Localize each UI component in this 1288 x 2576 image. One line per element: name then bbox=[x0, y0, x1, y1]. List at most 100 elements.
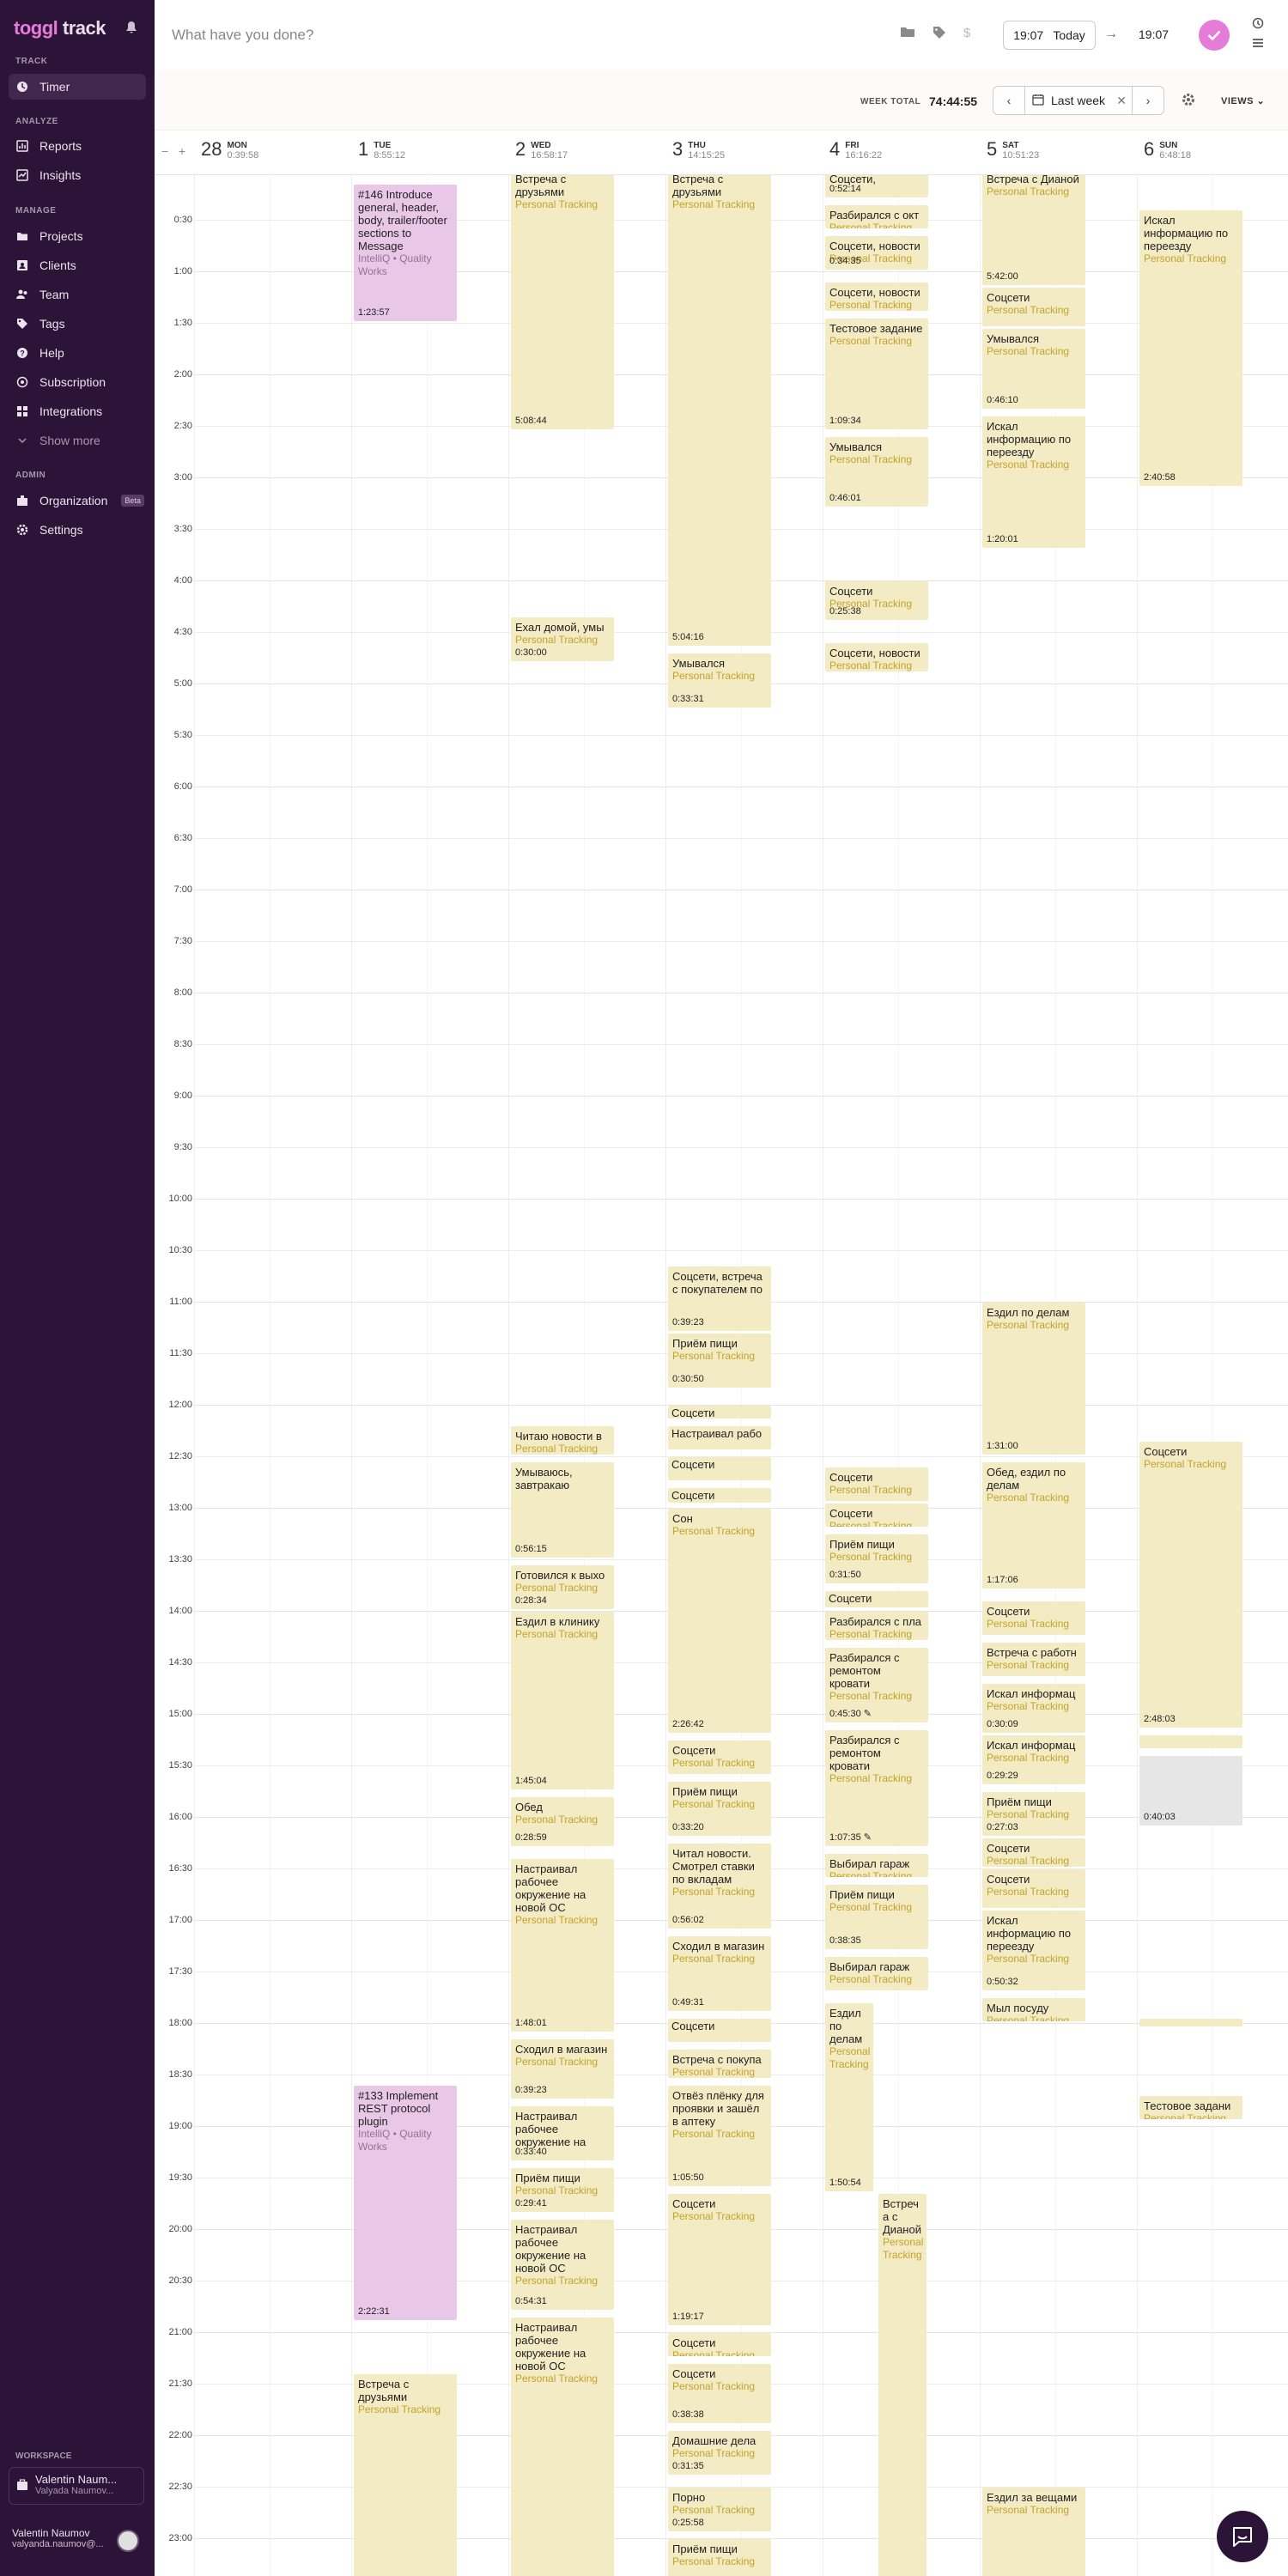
calendar-grid[interactable]: 0:30 1:00 1:30 2:00 2:30 3:00 3:30 4:00 4:30 5:00… bbox=[155, 175, 1288, 2576]
time-entry[interactable]: Тестовое задани Personal Tracking bbox=[1139, 2096, 1242, 2119]
sidebar-item-help[interactable]: ? Help bbox=[9, 340, 146, 366]
time-entry[interactable]: Домашние дела Personal Tracking 0:31:35 bbox=[668, 2431, 771, 2475]
sidebar-item-insights[interactable]: Insights bbox=[9, 162, 146, 188]
time-entry[interactable]: Соцсети Personal Tracking bbox=[982, 288, 1085, 326]
time-entry[interactable]: Соцсети bbox=[825, 1591, 928, 1607]
time-entry[interactable]: Настраивал рабочее окружение на новой ОС… bbox=[511, 2318, 614, 2576]
sidebar-item-settings[interactable]: Settings bbox=[9, 517, 146, 543]
time-entry[interactable]: Ездил за вещами Personal Tracking bbox=[982, 2488, 1085, 2576]
start-time-box[interactable]: 19:07 Today bbox=[1003, 21, 1096, 50]
time-entry[interactable]: Мыл посуду Personal Tracking bbox=[982, 1998, 1085, 2021]
zoom-out-button[interactable]: − bbox=[161, 144, 168, 158]
time-entry[interactable]: Соцсети Personal Tracking bbox=[668, 2333, 771, 2356]
avatar[interactable] bbox=[117, 2530, 139, 2552]
time-entry[interactable]: Ездил по делам Personal Tracking 1:50:54 bbox=[825, 2003, 873, 2191]
time-entry[interactable]: Соцсети Personal Tracking bbox=[668, 1741, 771, 1774]
time-entry[interactable]: Читаю новости в Personal Tracking bbox=[511, 1426, 614, 1455]
manual-mode-icon[interactable] bbox=[1252, 37, 1264, 51]
time-entry[interactable]: Выбирал гараж Personal Tracking bbox=[825, 1957, 928, 1990]
sidebar-item-team[interactable]: Team bbox=[9, 282, 146, 307]
time-entry[interactable]: Сходил в магазин Personal Tracking 0:39:23 bbox=[511, 2039, 614, 2099]
time-entry[interactable]: Сходил в магазин Personal Tracking 0:49:31 bbox=[668, 1936, 771, 2011]
time-entry[interactable]: Обед Personal Tracking 0:28:59 bbox=[511, 1797, 614, 1846]
time-entry[interactable]: Соцсети Personal Tracking bbox=[825, 1467, 928, 1501]
time-entry[interactable]: Ездил в клинику Personal Tracking 1:45:04 bbox=[511, 1612, 614, 1789]
time-entry[interactable]: Читал новости. Смотрел ставки по вкладам… bbox=[668, 1844, 771, 1929]
tag-icon[interactable] bbox=[933, 26, 946, 44]
workspace-switcher[interactable]: Valentin Naum... Valyada Naumov... bbox=[9, 2467, 144, 2505]
time-entry[interactable]: Разбирался с ремонтом кровати Personal Tr… bbox=[825, 1648, 928, 1722]
time-entry[interactable]: Порно Personal Tracking 0:25:58 bbox=[668, 2488, 771, 2531]
sidebar-item-timer[interactable]: Timer bbox=[9, 74, 146, 100]
time-entry[interactable]: Умывался Personal Tracking 0:33:31 bbox=[668, 653, 771, 708]
time-entry[interactable]: Настраивал рабочее окружение на новой ОС… bbox=[511, 2220, 614, 2310]
sidebar-item-subscription[interactable]: Subscription bbox=[9, 369, 146, 395]
time-entry[interactable]: Соцсети Personal Tracking 2:48:03 bbox=[1139, 1442, 1242, 1728]
time-entry[interactable]: Соцсети Personal Tracking bbox=[982, 1838, 1085, 1867]
time-entry[interactable]: Соцсети Personal Tracking 1:19:17 bbox=[668, 2194, 771, 2325]
time-entry[interactable]: Разбирался с пла Personal Tracking bbox=[825, 1612, 928, 1640]
end-time[interactable]: 19:07 bbox=[1139, 27, 1169, 41]
sidebar-item-clients[interactable]: Clients bbox=[9, 252, 146, 278]
time-entry[interactable]: Умываюсь, завтракаю 0:56:15 bbox=[511, 1462, 614, 1558]
time-entry[interactable]: Приём пищи Personal Tracking 0:31:50 bbox=[825, 1534, 928, 1583]
time-entry[interactable]: #146 Introduce general, header, body, tr… bbox=[354, 185, 457, 321]
views-dropdown[interactable]: VIEWS ⌄ bbox=[1221, 95, 1265, 106]
time-entry[interactable]: Ехал домой, умы Personal Tracking 0:30:00 bbox=[511, 617, 614, 661]
time-entry[interactable]: Настраивал рабо bbox=[668, 1426, 771, 1449]
time-entry[interactable]: Разбирался с ремонтом кровати Personal Tr… bbox=[825, 1730, 928, 1846]
time-entry[interactable]: Приём пищи Personal Tracking 0:27:03 bbox=[982, 1792, 1085, 1836]
next-week-button[interactable]: › bbox=[1132, 86, 1164, 115]
time-entry[interactable]: Встреча с Дианой Personal Tracking 5:42:00 bbox=[982, 175, 1085, 285]
time-entry[interactable]: Приём пищи Personal Tracking 0:38:35 bbox=[825, 1885, 928, 1949]
time-entry[interactable]: Умывался Personal Tracking 0:46:10 bbox=[982, 329, 1085, 409]
time-entry[interactable]: Настраивал рабочее окружение на 0:33:40 bbox=[511, 2106, 614, 2160]
time-entry[interactable]: Соцсети bbox=[668, 1457, 771, 1480]
time-entry[interactable]: Встреча с покупа Personal Tracking bbox=[668, 2050, 771, 2078]
logo[interactable]: toggl track bbox=[14, 17, 106, 39]
sidebar-item-reports[interactable]: Reports bbox=[9, 133, 146, 159]
time-entry[interactable]: Искал информац Personal Tracking 0:29:29 bbox=[982, 1735, 1085, 1784]
time-entry[interactable]: 0:40:03 bbox=[1139, 1756, 1242, 1826]
today-label[interactable]: Today bbox=[1053, 28, 1084, 42]
description-input[interactable]: What have you done? bbox=[172, 27, 313, 44]
sidebar-item-tags[interactable]: Tags bbox=[9, 311, 146, 337]
date-range-picker[interactable]: Last week ✕ bbox=[1025, 86, 1132, 115]
user-info[interactable]: Valentin Naumov valyanda.naumov@... bbox=[12, 2527, 104, 2549]
time-entry[interactable]: Встреча с друзьями Personal Tracking bbox=[354, 2374, 457, 2576]
time-entry[interactable]: Встреча с работн Personal Tracking bbox=[982, 1643, 1085, 1676]
time-entry[interactable]: Встреча с Дианой Personal Tracking bbox=[878, 2194, 927, 2576]
sidebar-item-projects[interactable]: Projects bbox=[9, 223, 146, 249]
close-icon[interactable]: ✕ bbox=[1116, 94, 1127, 108]
time-entry[interactable]: Соцсети Personal Tracking bbox=[982, 1869, 1085, 1908]
clock-mode-icon[interactable] bbox=[1252, 17, 1264, 32]
time-entry[interactable] bbox=[1139, 1735, 1242, 1748]
time-entry[interactable]: Соцсети bbox=[668, 1488, 771, 1504]
time-entry[interactable]: #133 Implement REST protocol plugin Intel… bbox=[354, 2086, 457, 2320]
time-entry[interactable]: Умывался Personal Tracking 0:46:01 bbox=[825, 437, 928, 507]
time-entry[interactable]: Тестовое задание Personal Tracking 1:09:34 bbox=[825, 319, 928, 429]
project-folder-icon[interactable] bbox=[900, 26, 915, 44]
sidebar-item-organization[interactable]: Organization Beta bbox=[9, 488, 146, 513]
gear-icon[interactable] bbox=[1182, 93, 1195, 111]
add-entry-button[interactable] bbox=[1199, 20, 1230, 51]
time-entry[interactable]: Соцсети, новости Personal Tracking bbox=[825, 283, 928, 311]
time-entry[interactable]: Приём пищи Personal Tracking 0:29:41 bbox=[511, 2168, 614, 2212]
time-entry[interactable]: Обед, ездил по делам Personal Tracking 1:1… bbox=[982, 1462, 1085, 1589]
time-entry[interactable]: Приём пищи Personal Tracking 0:30:50 bbox=[668, 1334, 771, 1388]
time-entry[interactable]: Выбирал гараж Personal Tracking bbox=[825, 1854, 928, 1877]
zoom-in-button[interactable]: + bbox=[179, 144, 185, 158]
time-entry[interactable]: Соцсети, новости Personal Tracking bbox=[825, 643, 928, 671]
time-entry[interactable]: Соцсети Personal Tracking 0:25:38 bbox=[825, 581, 928, 620]
time-entry[interactable]: Соцсети Personal Tracking 0:38:38 bbox=[668, 2364, 771, 2423]
time-entry[interactable]: Соцсети Personal Tracking bbox=[825, 1504, 928, 1527]
time-entry[interactable]: Отвёз плёнку для проявки и зашёл в аптек… bbox=[668, 2086, 771, 2186]
time-entry[interactable]: Готовился к выхо Personal Tracking 0:28:34 bbox=[511, 1565, 614, 1609]
chat-support-button[interactable] bbox=[1217, 2511, 1268, 2562]
time-entry[interactable]: Искал информацию по переезду Personal Tra… bbox=[982, 1911, 1085, 1990]
time-entry[interactable]: Приём пищи Personal Tracking 0:33:20 bbox=[668, 1782, 771, 1836]
previous-week-button[interactable]: ‹ bbox=[993, 86, 1025, 115]
time-entry[interactable]: Встреча с друзьями Personal Tracking 5:04:… bbox=[668, 175, 771, 646]
time-entry[interactable]: Сон Personal Tracking 2:26:42 bbox=[668, 1509, 771, 1733]
bell-icon[interactable] bbox=[125, 21, 137, 39]
